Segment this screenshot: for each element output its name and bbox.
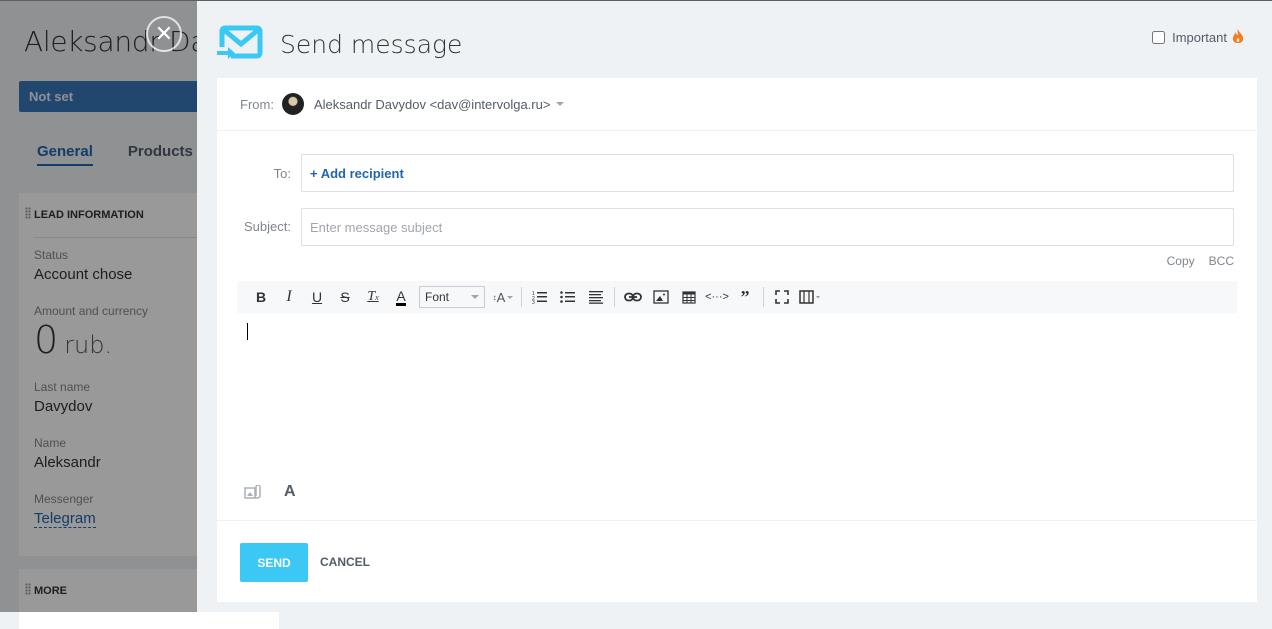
subject-input[interactable] [310, 219, 1233, 235]
important-toggle[interactable]: Important [1152, 29, 1244, 45]
image-icon [653, 290, 669, 304]
text-format-toggle-icon[interactable]: A [284, 483, 296, 501]
toolbar-divider [614, 287, 615, 307]
avatar [281, 93, 304, 115]
table-icon [682, 290, 696, 304]
font-select[interactable]: Font [419, 286, 485, 308]
ordered-list-button[interactable]: 123 [526, 285, 554, 309]
toolbar-divider [521, 287, 522, 307]
ordered-list-icon: 123 [532, 291, 547, 304]
slider-header: Send message [217, 25, 462, 63]
strikethrough-button[interactable]: S [331, 285, 359, 309]
text-color-button[interactable]: A [387, 285, 415, 309]
from-selector[interactable]: Aleksandr Davydov <dav@intervolga.ru> [314, 97, 551, 112]
fire-icon [1232, 29, 1244, 43]
align-icon [589, 291, 603, 304]
image-button[interactable] [647, 285, 675, 309]
more-button[interactable] [796, 285, 824, 309]
fullscreen-button[interactable] [768, 285, 796, 309]
underline-button[interactable]: U [303, 285, 331, 309]
attach-file-icon[interactable] [244, 485, 262, 499]
bold-button[interactable]: B [247, 285, 275, 309]
from-label: From: [240, 96, 274, 112]
from-row: From: Aleksandr Davydov <dav@intervolga.… [217, 78, 1257, 131]
send-message-slider: Send message Important From: Aleksandr D… [197, 1, 1272, 612]
chevron-down-icon[interactable] [556, 102, 565, 106]
send-button[interactable]: SEND [240, 543, 308, 582]
svg-text:3: 3 [532, 300, 535, 304]
to-label: To: [273, 166, 291, 181]
remove-format-button[interactable]: Tx [359, 285, 387, 309]
font-size-button[interactable]: ↕ A [489, 285, 517, 309]
important-checkbox[interactable] [1152, 30, 1166, 44]
chevron-down-icon [471, 295, 479, 299]
message-body-editor[interactable] [237, 318, 1237, 468]
text-cursor [247, 323, 248, 340]
close-icon[interactable]: ✕ [146, 16, 182, 52]
editor-bottom-actions: A [244, 483, 296, 501]
cancel-button[interactable]: CANCEL [320, 543, 370, 582]
unordered-list-button[interactable] [554, 285, 582, 309]
link-icon [624, 292, 642, 302]
subject-field [301, 208, 1234, 246]
slider-title: Send message [280, 29, 463, 59]
italic-button[interactable]: I [275, 285, 303, 309]
copy-link[interactable]: Copy [1167, 254, 1195, 268]
mail-send-icon [217, 25, 263, 59]
quote-button[interactable]: ” [731, 285, 759, 309]
cc-links: Copy BCC [1167, 254, 1234, 268]
source-button[interactable]: <···> [703, 285, 731, 309]
to-field[interactable]: + Add recipient [301, 154, 1234, 192]
form-footer: SEND CANCEL [217, 520, 1257, 602]
editor-toolbar: B I U S Tx A Font ↕ A 123 <···> ” [237, 281, 1237, 313]
bcc-link[interactable]: BCC [1209, 254, 1234, 268]
font-select-value: Font [425, 290, 450, 304]
align-button[interactable] [582, 285, 610, 309]
toolbar-divider [763, 287, 764, 307]
link-button[interactable] [619, 285, 647, 309]
message-form: From: Aleksandr Davydov <dav@intervolga.… [217, 78, 1257, 602]
unordered-list-icon [560, 291, 575, 303]
add-recipient-link[interactable]: + Add recipient [310, 166, 404, 181]
subject-label: Subject: [244, 219, 291, 234]
table-button[interactable] [675, 285, 703, 309]
columns-icon [799, 290, 820, 304]
important-label: Important [1172, 29, 1227, 45]
fullscreen-icon [775, 290, 789, 304]
